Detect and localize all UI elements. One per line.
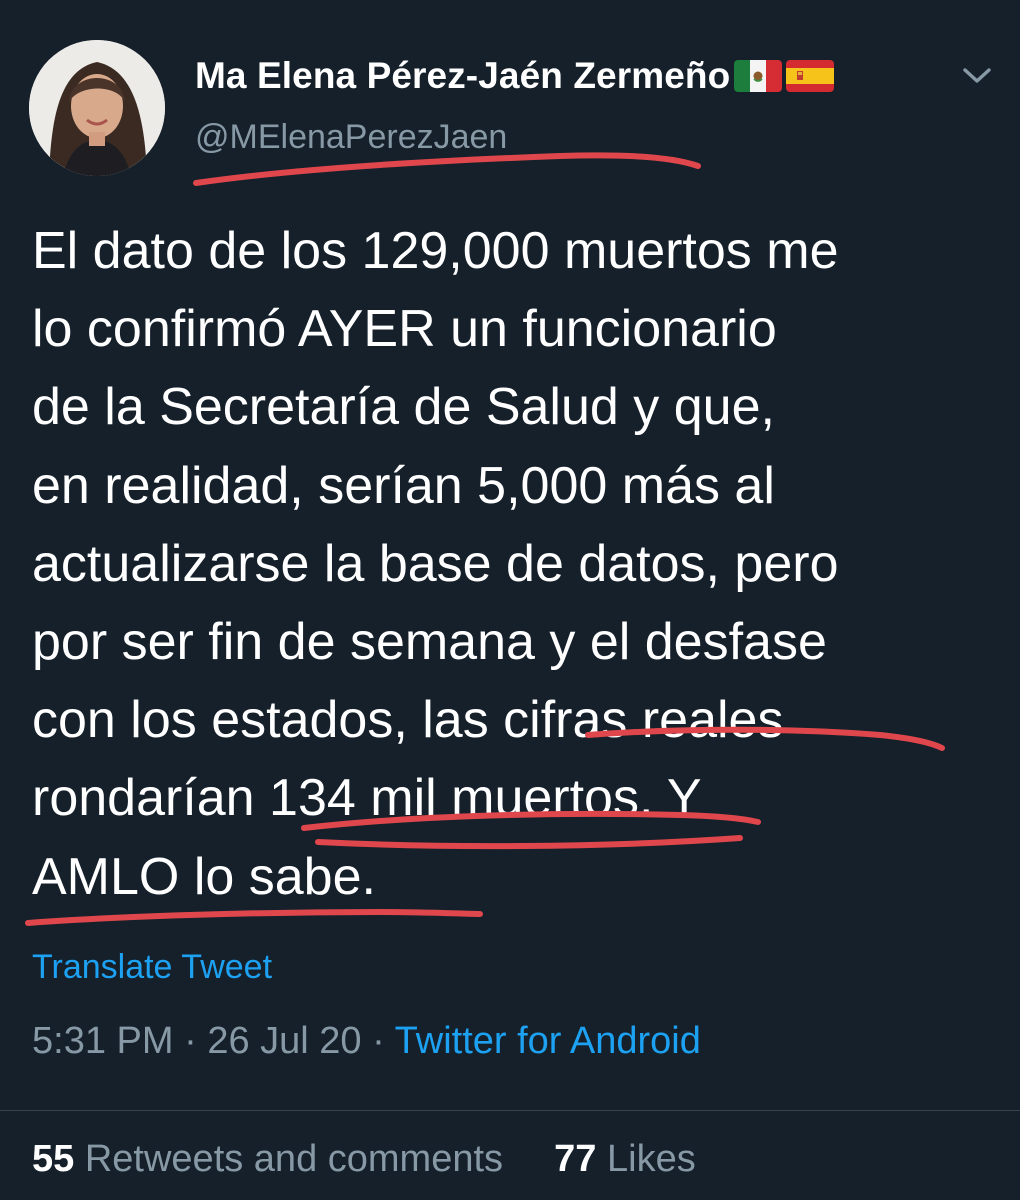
tweet-text-line: El dato de los 129,000 muertos me	[32, 222, 839, 280]
tweet-text-line: en realidad, serían 5,000 más al	[32, 456, 775, 515]
tweet-text: El dato de los 129,000 muertos me lo con…	[32, 212, 1002, 916]
separator: ·	[372, 1020, 385, 1062]
tweet-text-line: con los estados, las cifras reales	[32, 691, 784, 750]
tweet-text-line: por ser fin de semana y el desfase	[32, 612, 827, 671]
likes-count: 77	[554, 1138, 597, 1180]
tweet-source-link[interactable]: Twitter for Android	[395, 1020, 701, 1062]
retweets-label: Retweets and comments	[84, 1138, 504, 1180]
tweet-date[interactable]: 26 Jul 20	[207, 1020, 361, 1062]
translate-tweet-link[interactable]: Translate Tweet	[32, 948, 272, 987]
likes-stat[interactable]: 77 Likes	[554, 1138, 696, 1180]
separator: ·	[184, 1020, 197, 1062]
tweet-text-line: lo confirmó AYER un funcionario	[32, 300, 777, 359]
tweet-time[interactable]: 5:31 PM	[32, 1020, 174, 1062]
tweet-timestamp-row: 5:31 PM · 26 Jul 20 · Twitter for Androi…	[32, 1020, 701, 1063]
author-name-row[interactable]: Ma Elena Pérez-Jaén Zermeño	[195, 54, 835, 98]
tweet-text-line: de la Secretaría de Salud y que,	[32, 378, 775, 437]
divider	[0, 1110, 1020, 1111]
display-name[interactable]: Ma Elena Pérez-Jaén Zermeño	[195, 55, 730, 97]
tweet-detail: Ma Elena Pérez-Jaén Zermeño @MElenaPerez…	[0, 0, 1020, 1200]
retweets-count: 55	[32, 1138, 75, 1180]
likes-label: Likes	[607, 1138, 696, 1180]
profile-photo	[29, 40, 165, 176]
underline-handle	[193, 152, 701, 186]
tweet-stats-row: 55 Retweets and comments 77 Likes	[32, 1138, 696, 1181]
avatar[interactable]	[29, 40, 165, 176]
chevron-down-icon[interactable]	[960, 62, 994, 88]
author-handle[interactable]: @MElenaPerezJaen	[195, 118, 507, 157]
mexico-flag-icon	[734, 60, 783, 92]
tweet-text-line: AMLO lo sabe.	[32, 847, 376, 906]
tweet-text-line: actualizarse la base de datos, pero	[32, 534, 839, 593]
retweets-stat[interactable]: 55 Retweets and comments	[32, 1138, 514, 1180]
spain-flag-icon	[786, 60, 835, 92]
tweet-text-line: rondarían 134 mil muertos. Y	[32, 769, 702, 828]
